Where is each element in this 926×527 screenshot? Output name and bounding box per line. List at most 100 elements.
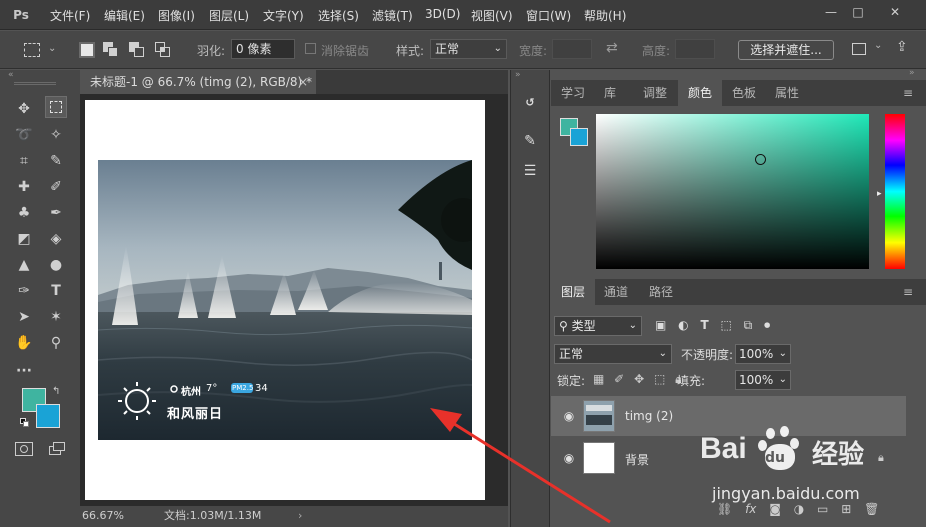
toolbar-grip[interactable] — [14, 82, 56, 85]
hue-slider-handle[interactable]: ▸ — [877, 189, 882, 199]
history-brush-icon[interactable]: ✒ — [45, 202, 67, 224]
filter-smart-object-icon[interactable]: ⧉ — [744, 318, 753, 333]
layer-name[interactable]: 背景 — [625, 451, 649, 468]
fill-input[interactable]: 100% ⌄ — [735, 370, 791, 390]
filter-toggle-icon[interactable]: ⏺ — [764, 318, 770, 333]
menu-filter[interactable]: 滤镜(T) — [372, 7, 413, 24]
panel-menu-icon[interactable]: ≡ — [903, 285, 913, 299]
menu-edit[interactable]: 编辑(E) — [104, 7, 145, 24]
tab-channels[interactable]: 通道 — [594, 279, 638, 305]
paint-bucket-icon[interactable]: ◈ — [45, 228, 67, 250]
color-panel-background[interactable] — [570, 128, 588, 146]
layer-filter-select[interactable]: ⚲ 类型 ⌄ — [554, 316, 642, 336]
eyedropper-icon[interactable]: ✎ — [45, 150, 67, 172]
opacity-input[interactable]: 100% ⌄ — [735, 344, 791, 364]
layer-name[interactable]: timg (2) — [625, 409, 673, 423]
width-input[interactable] — [552, 39, 592, 59]
lasso-icon[interactable]: ➰ — [13, 124, 35, 146]
lock-position-icon[interactable]: ✥ — [634, 372, 644, 386]
intersect-selection-icon[interactable] — [155, 42, 171, 58]
marquee-icon[interactable] — [45, 96, 67, 118]
crop-icon[interactable]: ⌗ — [13, 150, 35, 172]
workspace-icon[interactable] — [852, 43, 866, 55]
more-tools-icon[interactable]: ··· — [13, 360, 35, 382]
history-panel-icon[interactable]: ↺ — [519, 92, 541, 114]
antialias-checkbox[interactable] — [305, 43, 316, 54]
swap-colors-icon[interactable]: ↰ — [52, 386, 60, 397]
color-field[interactable] — [596, 114, 869, 269]
pen-icon[interactable]: ✑ — [13, 280, 35, 302]
default-colors-icon[interactable] — [20, 418, 29, 427]
menu-file[interactable]: 文件(F) — [50, 7, 90, 24]
zoom-icon[interactable]: ⚲ — [45, 332, 67, 354]
lock-artboard-icon[interactable]: ⬚ — [654, 372, 665, 386]
document-tab[interactable]: 未标题-1 @ 66.7% (timg (2), RGB/8) * × — [80, 70, 316, 94]
blend-mode-select[interactable]: 正常 ⌄ — [554, 344, 672, 364]
path-selection-icon[interactable]: ➤ — [13, 306, 35, 328]
color-picker-cursor[interactable] — [755, 154, 766, 165]
tab-libraries[interactable]: 库 — [594, 80, 626, 106]
collapse-icon[interactable]: » — [909, 68, 915, 78]
filter-type-icon[interactable]: T — [700, 318, 708, 332]
filter-shape-icon[interactable]: ⬚ — [721, 318, 732, 332]
custom-shape-icon[interactable]: ✶ — [45, 306, 67, 328]
clone-stamp-icon[interactable]: ♣ — [13, 202, 35, 224]
dodge-icon[interactable]: ● — [45, 254, 67, 276]
chevron-down-icon[interactable]: ⌄ — [48, 43, 56, 54]
minimize-button[interactable]: — — [818, 2, 844, 22]
eraser-icon[interactable]: ◩ — [13, 228, 35, 250]
healing-brush-icon[interactable]: ✚ — [13, 176, 35, 198]
share-icon[interactable]: ⇪ — [896, 39, 908, 55]
filter-pixel-icon[interactable]: ▣ — [655, 318, 666, 332]
feather-input[interactable]: 0 像素 — [231, 39, 295, 59]
collapse-icon[interactable]: « — [8, 70, 14, 80]
marquee-preset-icon[interactable] — [24, 43, 40, 57]
menu-image[interactable]: 图像(I) — [158, 7, 195, 24]
brush-icon[interactable]: ✐ — [45, 176, 67, 198]
photo-layer[interactable]: 杭州 7° PM2.5 34 和风丽日 — [98, 160, 472, 440]
background-color-swatch[interactable] — [36, 404, 60, 428]
select-and-mask-button[interactable]: 选择并遮住... — [738, 40, 834, 60]
maximize-button[interactable]: □ — [845, 2, 871, 22]
swap-icon[interactable]: ⇄ — [606, 40, 618, 56]
tab-learn[interactable]: 学习 — [551, 80, 595, 106]
zoom-level[interactable]: 66.67% — [82, 506, 124, 525]
tab-swatches[interactable]: 色板 — [722, 80, 766, 106]
lock-pixels-icon[interactable]: ✐ — [614, 372, 624, 386]
panel-menu-icon[interactable]: ≡ — [903, 86, 913, 100]
type-icon[interactable]: T — [45, 280, 67, 302]
menu-type[interactable]: 文字(Y) — [263, 7, 304, 24]
hue-slider[interactable] — [885, 114, 905, 269]
move-icon[interactable]: ✥ — [13, 98, 35, 120]
close-button[interactable]: ✕ — [882, 2, 908, 22]
hand-icon[interactable]: ✋ — [13, 332, 35, 354]
menu-view[interactable]: 视图(V) — [471, 7, 513, 24]
brush-settings-icon[interactable]: ✎ — [519, 130, 541, 152]
add-selection-icon[interactable] — [103, 42, 119, 58]
tab-adjustments[interactable]: 调整 — [633, 80, 677, 106]
filter-adjustment-icon[interactable]: ◐ — [678, 318, 688, 332]
chevron-right-icon[interactable]: › — [298, 506, 302, 525]
close-tab-icon[interactable]: × — [298, 70, 308, 94]
menu-3d[interactable]: 3D(D) — [425, 7, 460, 21]
screen-mode-icon[interactable] — [47, 442, 65, 456]
subtract-selection-icon[interactable] — [129, 42, 145, 58]
menu-help[interactable]: 帮助(H) — [584, 7, 626, 24]
lock-transparency-icon[interactable]: ▦ — [593, 372, 604, 386]
menu-window[interactable]: 窗口(W) — [526, 7, 571, 24]
menu-layer[interactable]: 图层(L) — [209, 7, 249, 24]
height-input[interactable] — [675, 39, 715, 59]
blur-icon[interactable]: ▲ — [13, 254, 35, 276]
tab-layers[interactable]: 图层 — [551, 279, 596, 305]
adjust-sliders-icon[interactable]: ☰ — [519, 160, 541, 182]
magic-wand-icon[interactable]: ✧ — [45, 124, 67, 146]
quick-mask-icon[interactable] — [15, 442, 33, 456]
tab-paths[interactable]: 路径 — [639, 279, 683, 305]
new-selection-icon[interactable] — [79, 42, 95, 58]
style-select[interactable]: 正常 ⌄ — [430, 39, 507, 59]
tab-color[interactable]: 颜色 — [678, 80, 723, 106]
collapse-icon[interactable]: » — [515, 70, 521, 80]
tab-properties[interactable]: 属性 — [765, 80, 809, 106]
menu-select[interactable]: 选择(S) — [318, 7, 359, 24]
chevron-down-icon[interactable]: ⌄ — [874, 40, 882, 51]
